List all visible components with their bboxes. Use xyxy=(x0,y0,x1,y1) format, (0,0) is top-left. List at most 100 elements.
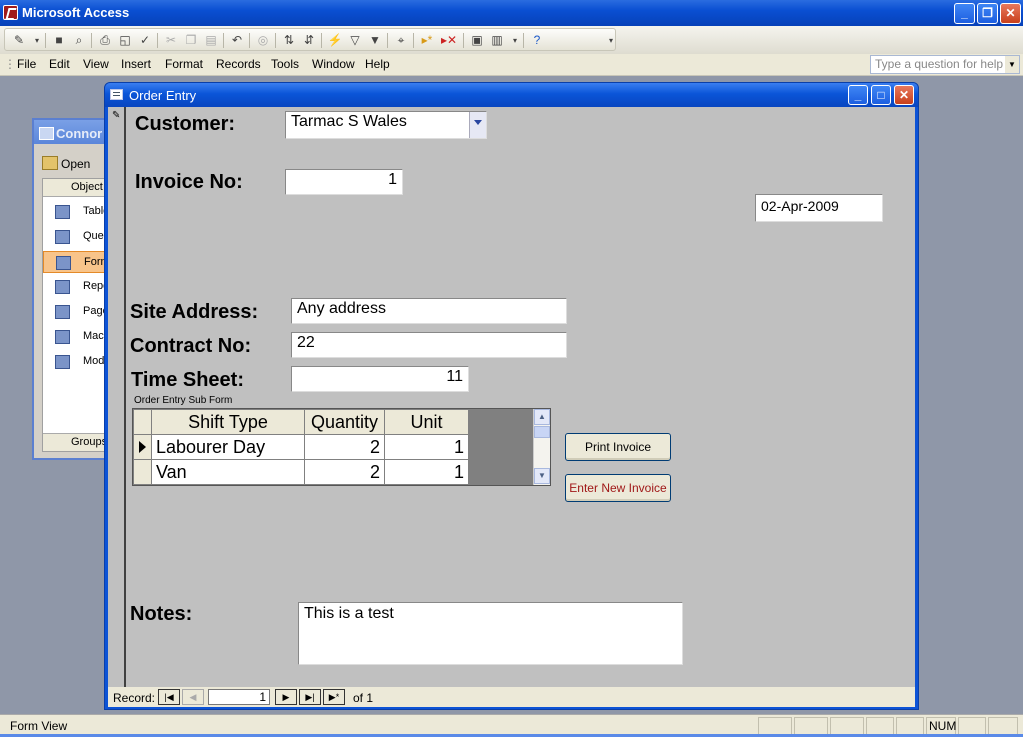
restore-app-button[interactable]: ❐ xyxy=(977,3,998,24)
customer-combo[interactable]: Tarmac S Wales xyxy=(285,111,487,139)
first-record-button[interactable]: |◀ xyxy=(158,689,180,705)
database-window-title[interactable]: Connor xyxy=(34,120,114,144)
scroll-down-icon[interactable]: ▼ xyxy=(534,468,550,484)
new-record-button[interactable]: ▶* xyxy=(323,689,345,705)
unit-cell[interactable]: 1 xyxy=(384,459,469,485)
menu-file[interactable]: File xyxy=(17,57,36,71)
unit-cell[interactable]: 1 xyxy=(384,434,469,460)
site-address-label: Site Address: xyxy=(130,301,259,323)
subform-vertical-scrollbar[interactable]: ▲ ▼ xyxy=(533,409,550,485)
chevron-down-icon[interactable]: ▾ xyxy=(29,33,45,48)
subform-datasheet: Shift Type Quantity Unit Labourer Day 2 … xyxy=(133,409,469,485)
print-preview-icon[interactable]: ◱ xyxy=(117,33,133,48)
cut-icon[interactable]: ✂ xyxy=(163,33,179,48)
sort-ascending-icon[interactable]: ⇅ xyxy=(281,33,297,48)
record-label: Record: xyxy=(113,691,156,705)
find-icon[interactable]: ⌖ xyxy=(393,33,409,48)
new-record-icon[interactable]: ▸* xyxy=(419,33,435,48)
menu-records[interactable]: Records xyxy=(216,57,261,71)
record-count: of 1 xyxy=(353,691,374,705)
next-record-button[interactable]: ▶ xyxy=(275,689,297,705)
search-file-icon[interactable]: ⌕ xyxy=(71,33,87,48)
scroll-up-icon[interactable]: ▲ xyxy=(534,409,550,425)
open-button[interactable]: Open xyxy=(42,156,90,171)
form-body: ✎ Customer: Tarmac S Wales Invoice No: 1… xyxy=(108,107,915,707)
previous-record-button[interactable]: ◀ xyxy=(182,689,204,705)
notes-label: Notes: xyxy=(130,603,193,625)
status-text: Form View xyxy=(10,719,68,733)
record-selector[interactable]: ✎ xyxy=(108,107,126,687)
close-app-button[interactable]: ✕ xyxy=(1000,3,1021,24)
shift-type-cell[interactable]: Labourer Day xyxy=(151,434,305,460)
column-header-quantity[interactable]: Quantity xyxy=(304,409,385,435)
menu-edit[interactable]: Edit xyxy=(49,57,70,71)
filter-by-selection-icon[interactable]: ⚡ xyxy=(327,33,343,48)
current-record-input[interactable]: 1 xyxy=(208,689,270,705)
minimize-app-button[interactable]: _ xyxy=(954,3,975,24)
scroll-thumb[interactable] xyxy=(534,426,550,438)
print-icon[interactable]: ⎙ xyxy=(97,33,113,48)
delete-record-icon[interactable]: ▸✕ xyxy=(441,33,457,48)
status-bar: Form View NUM xyxy=(0,714,1023,737)
enter-new-invoice-button[interactable]: Enter New Invoice xyxy=(565,474,671,502)
column-header-unit[interactable]: Unit xyxy=(384,409,469,435)
sort-descending-icon[interactable]: ⇵ xyxy=(301,33,317,48)
last-record-button[interactable]: ▶| xyxy=(299,689,321,705)
menu-help[interactable]: Help xyxy=(365,57,390,71)
notes-field[interactable]: This is a test xyxy=(298,602,683,665)
contract-no-field[interactable]: 22 xyxy=(291,332,567,358)
chevron-down-icon[interactable] xyxy=(469,112,486,138)
undo-icon[interactable]: ↶ xyxy=(229,33,245,48)
column-header-shift-type[interactable]: Shift Type xyxy=(151,409,305,435)
hyperlink-icon[interactable]: ◎ xyxy=(255,33,271,48)
toolbar-options-icon[interactable]: ▾ xyxy=(603,33,619,48)
app-title: Microsoft Access xyxy=(22,5,130,20)
access-app-icon xyxy=(3,5,18,20)
help-placeholder: Type a question for help xyxy=(875,57,1004,71)
menu-format[interactable]: Format xyxy=(165,57,203,71)
chevron-down-icon[interactable]: ▼ xyxy=(1005,56,1019,73)
pencil-icon: ✎ xyxy=(112,110,121,121)
spelling-icon[interactable]: ✓ xyxy=(137,33,153,48)
close-form-button[interactable]: ✕ xyxy=(894,85,914,105)
customer-label: Customer: xyxy=(135,113,236,135)
apply-filter-icon[interactable]: ▼ xyxy=(367,33,383,48)
copy-icon[interactable]: ❐ xyxy=(183,33,199,48)
minimize-form-button[interactable]: _ xyxy=(848,85,868,105)
chevron-down-icon[interactable]: ▾ xyxy=(507,33,523,48)
customer-value: Tarmac S Wales xyxy=(291,113,407,130)
database-window-icon[interactable]: ▣ xyxy=(469,33,485,48)
record-navigation-bar: Record: |◀ ◀ 1 ▶ ▶| ▶* of 1 xyxy=(108,687,915,707)
print-invoice-button[interactable]: Print Invoice xyxy=(565,433,671,461)
help-search-input[interactable]: Type a question for help ▼ xyxy=(870,55,1020,74)
datasheet-header-row: Shift Type Quantity Unit xyxy=(133,409,469,435)
order-entry-subform: Shift Type Quantity Unit Labourer Day 2 … xyxy=(132,408,551,486)
standard-toolbar: ✎ ▾ ■ ⌕ ⎙ ◱ ✓ ✂ ❐ ▤ ↶ ◎ ⇅ ⇵ ⚡ ▽ ▼ ⌖ ▸* ▸… xyxy=(0,26,1023,54)
shift-type-cell[interactable]: Van xyxy=(151,459,305,485)
order-entry-title-bar: Order Entry _ □ ✕ xyxy=(105,83,918,107)
row-selector[interactable] xyxy=(133,434,152,460)
quantity-cell[interactable]: 2 xyxy=(304,434,385,460)
time-sheet-field[interactable]: 11 xyxy=(291,366,469,392)
new-object-icon[interactable]: ▥ xyxy=(489,33,505,48)
row-selector[interactable] xyxy=(133,459,152,485)
maximize-form-button[interactable]: □ xyxy=(871,85,891,105)
date-field[interactable]: 02-Apr-2009 xyxy=(755,194,883,222)
filter-by-form-icon[interactable]: ▽ xyxy=(347,33,363,48)
menu-view[interactable]: View xyxy=(83,57,109,71)
save-icon[interactable]: ■ xyxy=(51,33,67,48)
paste-icon[interactable]: ▤ xyxy=(203,33,219,48)
invoice-label: Invoice No: xyxy=(135,171,243,193)
menu-tools[interactable]: Tools xyxy=(271,57,299,71)
menu-window[interactable]: Window xyxy=(312,57,355,71)
app-title-bar: Microsoft Access _ ❐ ✕ xyxy=(0,0,1023,26)
subform-label: Order Entry Sub Form xyxy=(134,395,233,406)
site-address-field[interactable]: Any address xyxy=(291,298,567,324)
table-row: Van 2 1 xyxy=(133,459,469,485)
quantity-cell[interactable]: 2 xyxy=(304,459,385,485)
view-icon[interactable]: ✎ xyxy=(11,33,27,48)
menu-insert[interactable]: Insert xyxy=(121,57,151,71)
select-all-cell[interactable] xyxy=(133,409,152,435)
invoice-field[interactable]: 1 xyxy=(285,169,403,195)
help-icon[interactable]: ? xyxy=(529,33,545,48)
